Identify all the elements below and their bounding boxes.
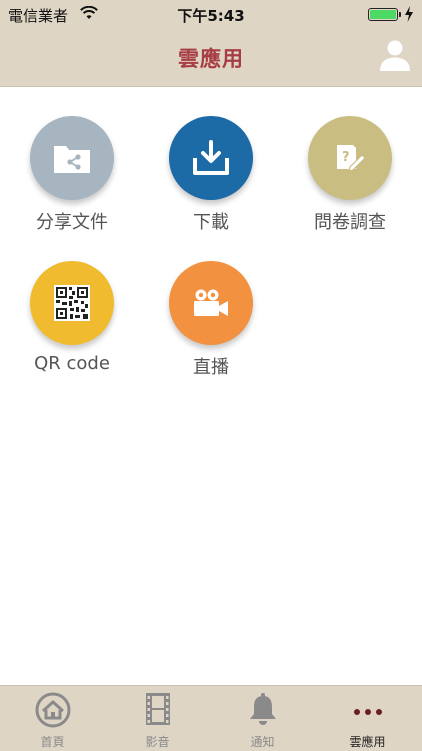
more-icon	[353, 709, 382, 715]
app-label: 直播	[193, 357, 229, 378]
app-label: 問卷調查	[314, 212, 386, 233]
tab-label: 首頁	[40, 735, 65, 749]
app-qr-code[interactable]: QR code	[7, 261, 137, 374]
app-download[interactable]: 下載	[146, 116, 276, 234]
nav-bar: 雲應用	[0, 30, 422, 87]
app-label: 下載	[193, 212, 229, 233]
tab-media[interactable]: 影音	[105, 686, 210, 751]
tab-notifications[interactable]: 通知	[210, 686, 315, 751]
share-folder-icon	[30, 116, 114, 200]
svg-text:?: ?	[342, 150, 350, 165]
home-icon	[35, 692, 70, 728]
page-title: 雲應用	[178, 47, 244, 71]
app-share-files[interactable]: 分享文件	[7, 116, 137, 234]
survey-icon: ?	[308, 116, 392, 200]
tab-label: 影音	[145, 735, 170, 749]
tab-bar: 首頁 影音 通知 雲應用	[0, 685, 422, 751]
qr-code-icon	[30, 261, 114, 345]
tab-label: 通知	[250, 735, 275, 749]
status-bar: 電信業者 下午5:43	[0, 0, 422, 30]
video-camera-icon	[169, 261, 253, 345]
tab-label: 雲應用	[349, 735, 386, 749]
status-time: 下午5:43	[177, 7, 245, 25]
film-icon	[145, 693, 170, 725]
app-survey[interactable]: ? 問卷調查	[285, 116, 415, 234]
app-label: 分享文件	[36, 212, 108, 233]
app-label: QR code	[34, 353, 110, 374]
download-icon	[169, 116, 253, 200]
bell-icon	[249, 693, 276, 725]
user-icon[interactable]	[378, 38, 412, 72]
app-live-stream[interactable]: 直播	[146, 261, 276, 379]
battery-icon	[368, 8, 401, 21]
charging-icon	[405, 6, 413, 22]
tab-cloud-apps[interactable]: 雲應用	[315, 686, 420, 751]
tab-home[interactable]: 首頁	[0, 686, 105, 751]
